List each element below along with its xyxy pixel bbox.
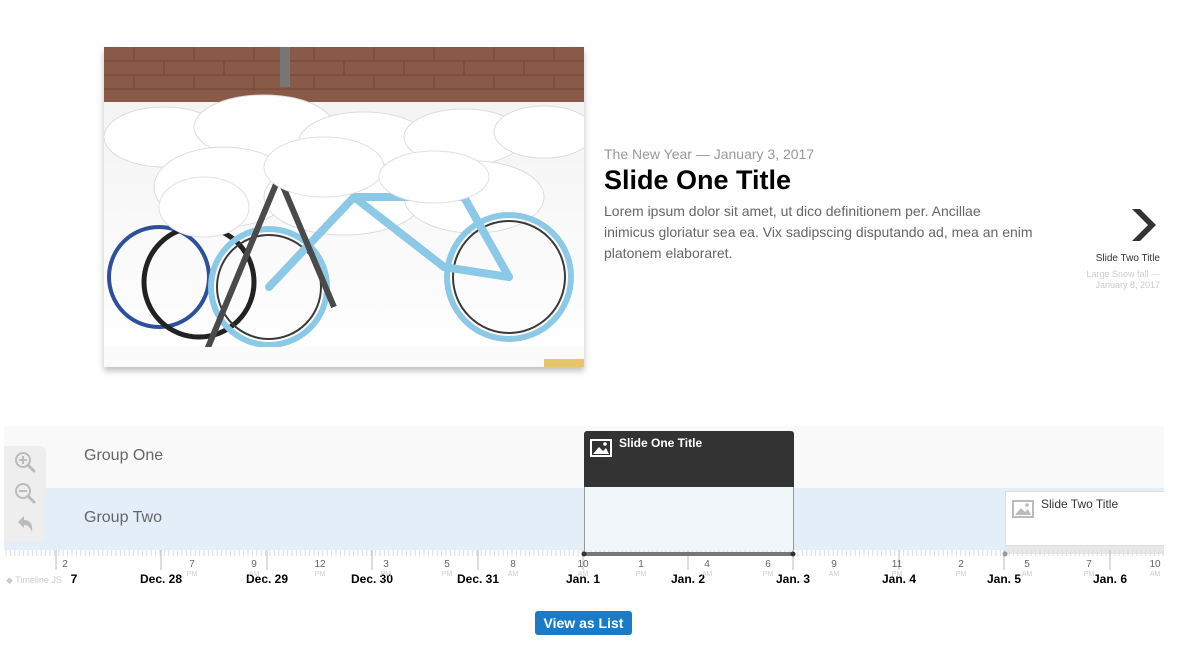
minor-label-ampm: AM [248, 571, 260, 578]
image-icon [1012, 500, 1034, 518]
axis-minor-label: 2 [62, 560, 68, 570]
marker-span [584, 487, 794, 554]
timeline-embed: The New Year — January 3, 2017 Slide One… [0, 0, 1184, 672]
axis-minor-label: 12 PM [314, 560, 325, 579]
axis-minor-label: 9 AM [249, 560, 260, 579]
group-label: Group Two [84, 509, 162, 526]
timeline-marker[interactable]: Slide Two Title [1005, 491, 1164, 554]
next-slide-title[interactable]: Slide Two Title [1076, 253, 1160, 265]
axis-minor-label: 9 AM [829, 560, 840, 579]
zoom-in-icon[interactable] [14, 451, 36, 473]
axis-minor-label: 7 PM [187, 560, 198, 579]
minor-label-ampm: PM [891, 571, 903, 578]
axis-minor-label: 8 AM [508, 560, 519, 579]
minor-label-number: 12 [314, 559, 326, 570]
minor-label-number: 2 [62, 559, 68, 570]
minor-label-ampm: PM [762, 571, 774, 578]
minor-label-number: 5 [444, 559, 450, 570]
minor-label-number: 10 [577, 559, 589, 570]
next-slide-date: Large Snow fall — January 8, 2017 [1086, 269, 1160, 290]
zoom-out-icon[interactable] [14, 482, 36, 504]
snowy-bicycles-image [104, 47, 584, 367]
slide-text: The New Year — January 3, 2017 Slide One… [604, 145, 1034, 264]
axis-major-label: Jan. 2 [670, 572, 706, 586]
minor-label-ampm: PM [955, 571, 967, 578]
time-axis: 7 Dec. 28 Dec. 29 Dec. 30 Dec. 31 Jan. 1 Jan. … [4, 548, 1164, 590]
minor-label-number: 2 [958, 559, 964, 570]
minor-label-number: 6 [765, 559, 771, 570]
minor-label-ampm: AM [507, 571, 519, 578]
axis-minor-label: 6 PM [763, 560, 774, 579]
axis-major-label: 7 [70, 572, 78, 586]
minor-label-number: 11 [891, 559, 903, 570]
group-label: Group One [84, 447, 164, 464]
axis-minor-label: 4 AM [702, 560, 713, 579]
axis-minor-label: 7 PM [1084, 560, 1095, 579]
axis-minor-label: 1 PM [636, 560, 647, 579]
minor-label-number: 9 [831, 559, 837, 570]
axis-minor-label: 10 AM [577, 560, 588, 579]
axis-major-label: Jan. 3 [775, 572, 811, 586]
axis-major-label: Jan. 6 [1092, 572, 1128, 586]
next-slide-nav[interactable]: Slide Two Title Large Snow fall — Januar… [1076, 205, 1160, 291]
minor-label-number: 1 [638, 559, 644, 570]
view-as-list-button[interactable]: View as List [535, 611, 632, 635]
timeline-marker-active[interactable]: Slide One Title [584, 431, 794, 554]
minor-label-ampm: PM [314, 571, 326, 578]
minor-label-ampm: PM [186, 571, 198, 578]
axis-minor-label: 2 PM [956, 560, 967, 579]
axis-minor-label: 10 AM [1149, 560, 1160, 579]
minor-label-ampm: PM [441, 571, 453, 578]
minor-label-number: 3 [383, 559, 389, 570]
marker-title[interactable]: Slide One Title [619, 436, 702, 450]
axis-major-label: Dec. 31 [456, 572, 500, 586]
axis-major-label: Jan. 5 [986, 572, 1022, 586]
minor-label-number: 10 [1149, 559, 1161, 570]
axis-minor-label: 5 PM [442, 560, 453, 579]
minor-label-ampm: AM [1149, 571, 1161, 578]
minor-label-ampm: AM [701, 571, 713, 578]
minor-label-number: 9 [251, 559, 257, 570]
slide-title: Slide One Title [604, 165, 792, 195]
image-icon [590, 439, 612, 457]
chevron-right-icon[interactable] [1128, 205, 1158, 245]
minor-label-ampm: AM [1021, 571, 1033, 578]
range-endpoint [790, 551, 796, 557]
marker-title[interactable]: Slide Two Title [1041, 497, 1118, 511]
slide-body: Lorem ipsum dolor sit amet, ut dico defi… [604, 203, 1033, 261]
minor-label-number: 5 [1024, 559, 1030, 570]
marker-head[interactable]: Slide One Title [584, 431, 794, 487]
attribution[interactable]: ◆ Timeline JS [6, 575, 62, 586]
zoom-controls [4, 446, 46, 542]
range-endpoint [1002, 551, 1008, 557]
back-icon[interactable] [14, 513, 36, 535]
slide-date: The New Year — January 3, 2017 [604, 146, 815, 162]
minor-label-number: 7 [1086, 559, 1092, 570]
minor-label-ampm: PM [1083, 571, 1095, 578]
minor-label-number: 8 [510, 559, 516, 570]
minor-label-number: 7 [189, 559, 195, 570]
range-endpoint [581, 551, 587, 557]
minor-label-ampm: AM [577, 571, 589, 578]
minor-label-ampm: PM [635, 571, 647, 578]
minor-label-ampm: AM [828, 571, 840, 578]
minor-label-number: 4 [704, 559, 710, 570]
attribution-label[interactable]: Timeline JS [15, 575, 62, 585]
axis-minor-label: 11 PM [892, 560, 903, 579]
marker-head[interactable]: Slide Two Title [1005, 491, 1164, 546]
axis-minor-label: 3 PM [381, 560, 392, 579]
axis-minor-label: 5 AM [1022, 560, 1033, 579]
slide-photo [104, 47, 584, 367]
minor-label-ampm: PM [380, 571, 392, 578]
axis-major-label: Dec. 28 [139, 572, 183, 586]
